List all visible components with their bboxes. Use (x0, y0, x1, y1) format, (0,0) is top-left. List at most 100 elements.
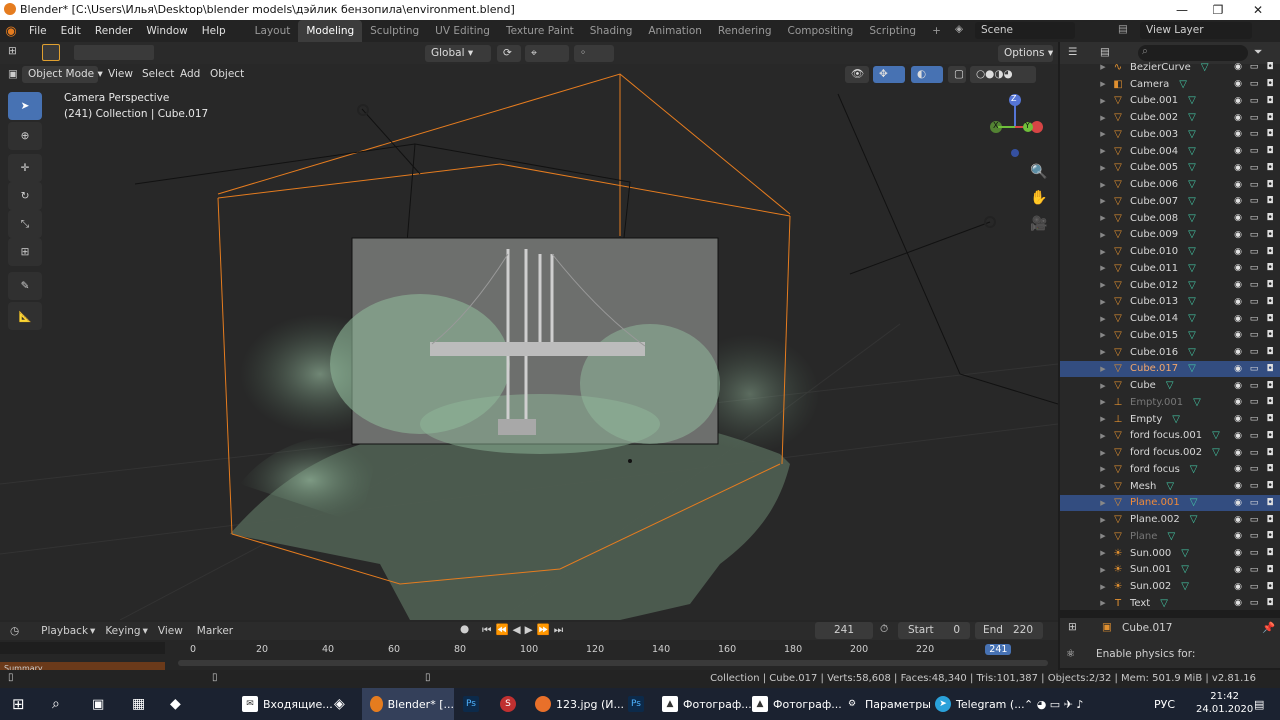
expand-arrow-icon[interactable]: ▶ (1096, 315, 1110, 323)
add-workspace-icon[interactable]: + (924, 20, 949, 42)
mesh-data-icon[interactable]: ▽ (1188, 179, 1196, 190)
expand-arrow-icon[interactable]: ▶ (1096, 264, 1110, 272)
monitor-icon[interactable]: ▭ (1248, 582, 1260, 592)
start-icon[interactable]: ⊞ (12, 688, 25, 720)
menu-marker[interactable]: Marker (197, 625, 233, 637)
rotate-tool[interactable]: ↻ (8, 182, 42, 210)
outliner-item[interactable]: ▶ ▽ Cube.011 ▽ ◉ ▭ ◘ (1060, 260, 1280, 277)
menu-object[interactable]: Object (210, 68, 244, 80)
eye-icon[interactable]: ◉ (1232, 531, 1244, 541)
expand-arrow-icon[interactable]: ▶ (1096, 449, 1110, 457)
start-frame-field[interactable]: Start 0 (898, 622, 970, 639)
mesh-data-icon[interactable]: ▽ (1179, 79, 1187, 90)
eye-icon[interactable]: ◉ (1232, 431, 1244, 441)
outliner-item[interactable]: ▶ ☀ Sun.002 ▽ ◉ ▭ ◘ (1060, 578, 1280, 595)
taskbar-mail[interactable]: ✉ Входящие... (242, 688, 333, 720)
eye-icon[interactable]: ◉ (1232, 62, 1244, 72)
expand-arrow-icon[interactable]: ▶ (1096, 114, 1110, 122)
monitor-icon[interactable]: ▭ (1248, 213, 1260, 223)
tab-scripting[interactable]: Scripting (861, 20, 924, 42)
tab-compositing[interactable]: Compositing (780, 20, 862, 42)
monitor-icon[interactable]: ▭ (1248, 230, 1260, 240)
menu-window[interactable]: Window (139, 20, 194, 42)
move-tool[interactable]: ✛ (8, 154, 42, 182)
monitor-icon[interactable]: ▭ (1248, 96, 1260, 106)
eye-icon[interactable]: ◉ (1232, 481, 1244, 491)
taskbar-blender[interactable]: Blender* [... (362, 688, 454, 720)
outliner-item[interactable]: ▶ ⊥ Empty ▽ ◉ ▭ ◘ (1060, 411, 1280, 428)
outliner-item[interactable]: ▶ ▽ Cube.007 ▽ ◉ ▭ ◘ (1060, 193, 1280, 210)
current-frame-field[interactable]: 241 (815, 622, 873, 639)
outliner-item[interactable]: ▶ ▽ Cube.014 ▽ ◉ ▭ ◘ (1060, 310, 1280, 327)
outliner-item[interactable]: ▶ ☀ Sun.000 ▽ ◉ ▭ ◘ (1060, 545, 1280, 562)
outliner-item[interactable]: ▶ ▽ Cube.004 ▽ ◉ ▭ ◘ (1060, 143, 1280, 160)
taskbar-photos-2[interactable]: ▲ Фотограф... (752, 688, 842, 720)
outliner-editor-icon[interactable]: ☰ (1068, 46, 1077, 58)
overlay-toggle-icon[interactable]: ◐ (911, 66, 943, 83)
measure-tool[interactable]: 📐 (8, 302, 42, 330)
eye-icon[interactable]: ◉ (1232, 515, 1244, 525)
camera-icon[interactable]: ◘ (1264, 381, 1276, 391)
camera-icon[interactable]: ◘ (1264, 481, 1276, 491)
mesh-data-icon[interactable]: ▽ (1188, 363, 1196, 374)
filter-icon[interactable]: ⏷ (1254, 46, 1262, 59)
editor-type-icon[interactable]: ▣ (8, 68, 18, 80)
eye-icon[interactable]: ◉ (1232, 263, 1244, 273)
mesh-data-icon[interactable]: ▽ (1188, 213, 1196, 224)
menu-view[interactable]: View (108, 68, 133, 80)
menu-keying[interactable]: Keying (105, 625, 140, 637)
camera-icon[interactable]: ◘ (1264, 280, 1276, 290)
menu-select[interactable]: Select (142, 68, 174, 80)
monitor-icon[interactable]: ▭ (1248, 180, 1260, 190)
camera-icon[interactable]: ◘ (1264, 263, 1276, 273)
task-view-icon[interactable]: ▣ (92, 688, 104, 720)
menu-playback[interactable]: Playback (41, 625, 88, 637)
outliner-item[interactable]: ▶ ▽ Cube.010 ▽ ◉ ▭ ◘ (1060, 243, 1280, 260)
camera-icon[interactable]: ◘ (1264, 548, 1276, 558)
outliner-item[interactable]: ▶ ▽ Cube.008 ▽ ◉ ▭ ◘ (1060, 210, 1280, 227)
expand-arrow-icon[interactable]: ▶ (1096, 583, 1110, 591)
outliner-item[interactable]: ▶ ▽ Mesh ▽ ◉ ▭ ◘ (1060, 478, 1280, 495)
camera-icon[interactable]: ◘ (1264, 397, 1276, 407)
expand-arrow-icon[interactable]: ▶ (1096, 465, 1110, 473)
clock-icon[interactable]: ⏱ (880, 623, 888, 636)
expand-arrow-icon[interactable]: ▶ (1096, 382, 1110, 390)
outliner-item[interactable]: ▶ ◧ Camera ▽ ◉ ▭ ◘ (1060, 76, 1280, 93)
mesh-data-icon[interactable]: ▽ (1190, 497, 1198, 508)
tray-icons[interactable]: ⌃ ◕ ▭ ✈ ♪ (1024, 688, 1083, 720)
expand-arrow-icon[interactable]: ▶ (1096, 63, 1110, 71)
selection-mode-buttons[interactable] (74, 45, 154, 60)
menu-render[interactable]: Render (88, 20, 139, 42)
timeline-scrollbar[interactable] (178, 660, 1048, 666)
pin-icon[interactable]: 📌 (1262, 621, 1275, 634)
camera-icon[interactable]: ◘ (1264, 196, 1276, 206)
menu-edit[interactable]: Edit (54, 20, 88, 42)
camera-icon[interactable]: ◘ (1264, 531, 1276, 541)
outliner-item[interactable]: ▶ ▽ Cube.012 ▽ ◉ ▭ ◘ (1060, 277, 1280, 294)
mesh-data-icon[interactable]: ▽ (1166, 481, 1174, 492)
mesh-data-icon[interactable]: ▽ (1188, 196, 1196, 207)
monitor-icon[interactable]: ▭ (1248, 448, 1260, 458)
taskbar-settings[interactable]: ⚙ Параметры (844, 688, 931, 720)
mesh-data-icon[interactable]: ▽ (1212, 447, 1220, 458)
monitor-icon[interactable]: ▭ (1248, 129, 1260, 139)
notifications-icon[interactable]: ▤ (1254, 688, 1264, 720)
expand-arrow-icon[interactable]: ▶ (1096, 432, 1110, 440)
mesh-data-icon[interactable]: ▽ (1188, 246, 1196, 257)
camera-icon[interactable]: ◘ (1264, 247, 1276, 257)
monitor-icon[interactable]: ▭ (1248, 79, 1260, 89)
monitor-icon[interactable]: ▭ (1248, 381, 1260, 391)
camera-icon[interactable]: ◘ (1264, 414, 1276, 424)
camera-icon[interactable]: ◘ (1264, 464, 1276, 474)
eye-icon[interactable]: ◉ (1232, 414, 1244, 424)
camera-icon[interactable]: ◘ (1264, 180, 1276, 190)
annotate-tool[interactable]: ✎ (8, 272, 42, 300)
maximize-button[interactable]: ❐ (1200, 0, 1236, 20)
outliner-item[interactable]: ▶ ▽ Cube.005 ▽ ◉ ▭ ◘ (1060, 160, 1280, 177)
eye-icon[interactable]: ◉ (1232, 230, 1244, 240)
eye-icon[interactable]: ◉ (1232, 146, 1244, 156)
visibility-icon[interactable]: 👁 (845, 66, 869, 83)
eye-icon[interactable]: ◉ (1232, 280, 1244, 290)
camera-icon[interactable]: ◘ (1264, 113, 1276, 123)
expand-arrow-icon[interactable]: ▶ (1096, 499, 1110, 507)
